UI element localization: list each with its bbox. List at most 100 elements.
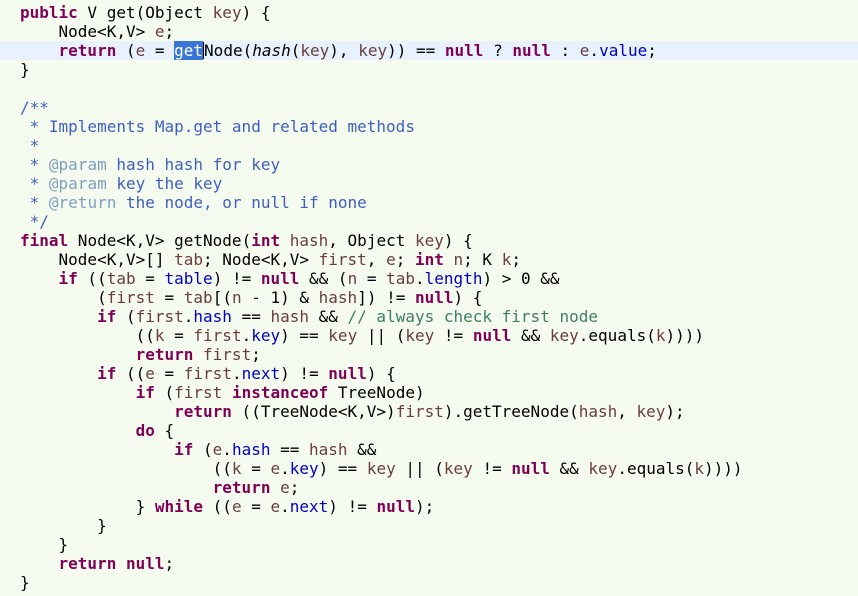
code-token: ;: [251, 345, 261, 364]
code-line[interactable]: if (first.hash == hash && // always chec…: [0, 307, 858, 326]
code-line[interactable]: (first = tab[(n - 1) & hash]) != null) {: [0, 288, 858, 307]
code-line[interactable]: }: [0, 60, 858, 79]
method-call-token: hash: [252, 41, 291, 60]
code-line[interactable]: if (e.hash == hash &&: [0, 440, 858, 459]
code-line[interactable]: }: [0, 535, 858, 554]
code-line[interactable]: if ((tab = table) != null && (n = tab.le…: [0, 269, 858, 288]
code-line[interactable]: return null;: [0, 554, 858, 573]
variable-token: key: [300, 41, 330, 60]
field-token: hash: [231, 440, 271, 459]
code-line[interactable]: public V get(Object key) {: [0, 3, 858, 22]
code-line-text: (first = tab[(n - 1) & hash]) != null) {: [20, 288, 482, 307]
code-token: &&: [309, 307, 348, 326]
code-token: }: [20, 535, 69, 554]
code-token: {: [154, 421, 175, 440]
code-token: [(: [212, 288, 232, 307]
code-line[interactable]: /**: [0, 98, 858, 117]
code-line[interactable]: */: [0, 212, 858, 231]
code-line-text: public V get(Object key) {: [20, 3, 270, 22]
variable-token: hash: [318, 288, 358, 307]
variable-token: first: [106, 288, 155, 307]
code-editor[interactable]: public V get(Object key) { Node<K,V> e; …: [0, 0, 858, 596]
keyword-token: null: [472, 326, 512, 345]
code-line-text: return ((TreeNode<K,V>)first).getTreeNod…: [20, 402, 685, 421]
code-line[interactable]: *: [0, 136, 858, 155]
code-line[interactable]: [0, 79, 858, 98]
code-line[interactable]: * @param key the key: [0, 174, 858, 193]
code-token: (: [154, 383, 175, 402]
code-line[interactable]: do {: [0, 421, 858, 440]
code-line-text: Node<K,V>[] tab; Node<K,V> first, e; int…: [20, 250, 521, 269]
variable-token: first: [203, 345, 252, 364]
code-token: .: [280, 459, 290, 478]
code-line[interactable]: ((k = first.key) == key || (key != null …: [0, 326, 858, 345]
keyword-token: null: [328, 364, 367, 383]
code-token: ,: [366, 250, 387, 269]
keyword-token: if: [97, 307, 117, 326]
code-line-text: if (e.hash == hash &&: [20, 440, 376, 459]
code-token: || (: [357, 326, 406, 345]
code-token: =: [164, 326, 194, 345]
code-token: )))): [665, 326, 705, 345]
variable-token: e: [231, 497, 242, 516]
variable-token: key: [636, 402, 666, 421]
variable-token: e: [145, 364, 155, 383]
variable-token: key: [549, 326, 579, 345]
code-line[interactable]: return first;: [0, 345, 858, 364]
code-line[interactable]: Node<K,V>[] tab; Node<K,V> first, e; int…: [0, 250, 858, 269]
code-line[interactable]: final Node<K,V> getNode(int hash, Object…: [0, 231, 858, 250]
code-line-text: * @return the node, or null if none: [20, 193, 367, 212]
code-token: && (: [299, 269, 348, 288]
code-line-text: /**: [20, 98, 49, 117]
javadoc-token: */: [20, 212, 49, 231]
code-token: (: [290, 41, 301, 60]
code-token: TreeNode): [328, 383, 425, 402]
code-line-text: if ((tab = table) != null && (n = tab.le…: [20, 269, 560, 288]
code-token: .: [589, 41, 600, 60]
code-line[interactable]: }: [0, 573, 858, 592]
keyword-token: return: [58, 554, 117, 573]
code-token: =: [145, 41, 175, 60]
code-line-text: }: [20, 516, 107, 535]
code-line[interactable]: } while ((e = e.next) != null);: [0, 497, 858, 516]
code-line[interactable]: * @param hash hash for key: [0, 155, 858, 174]
variable-token: e: [270, 459, 281, 478]
code-token: ).getTreeNode(: [443, 402, 579, 421]
keyword-token: while: [154, 497, 204, 516]
code-line[interactable]: * @return the node, or null if none: [0, 193, 858, 212]
code-line[interactable]: if (first instanceof TreeNode): [0, 383, 858, 402]
field-token: key: [251, 326, 281, 345]
code-token: Node<K,V>[]: [20, 250, 175, 269]
variable-token: hash: [270, 307, 309, 326]
code-line-text: if (first instanceof TreeNode): [20, 383, 425, 402]
code-line[interactable]: return ((TreeNode<K,V>)first).getTreeNod…: [0, 402, 858, 421]
keyword-token: public: [20, 3, 78, 22]
code-token: .: [231, 364, 242, 383]
variable-token: hash: [578, 402, 618, 421]
code-line[interactable]: if ((e = first.next) != null) {: [0, 364, 858, 383]
variable-token: n: [453, 250, 464, 269]
code-line[interactable]: return e;: [0, 478, 858, 497]
code-line[interactable]: }: [0, 516, 858, 535]
code-line[interactable]: * Implements Map.get and related methods: [0, 117, 858, 136]
variable-token: key: [405, 326, 435, 345]
code-line[interactable]: ((k = e.key) == key || (key != null && k…: [0, 459, 858, 478]
variable-token: tab: [174, 250, 204, 269]
code-token: ((: [116, 364, 146, 383]
code-line-text: Node<K,V> e;: [20, 22, 175, 41]
code-token: &&: [549, 459, 589, 478]
code-line-text: return null;: [20, 554, 175, 573]
current-line[interactable]: return (e = getNode(hash(key), key)) == …: [0, 41, 858, 60]
variable-token: e: [579, 41, 590, 60]
code-token: Node(: [204, 41, 253, 60]
code-token: ;: [395, 250, 415, 269]
code-token: ) !=: [280, 364, 329, 383]
code-token: }: [20, 60, 30, 79]
code-token: .: [241, 326, 252, 345]
variable-token: e: [154, 22, 165, 41]
code-line[interactable]: Node<K,V> e;: [0, 22, 858, 41]
code-line-text: */: [20, 212, 49, 231]
